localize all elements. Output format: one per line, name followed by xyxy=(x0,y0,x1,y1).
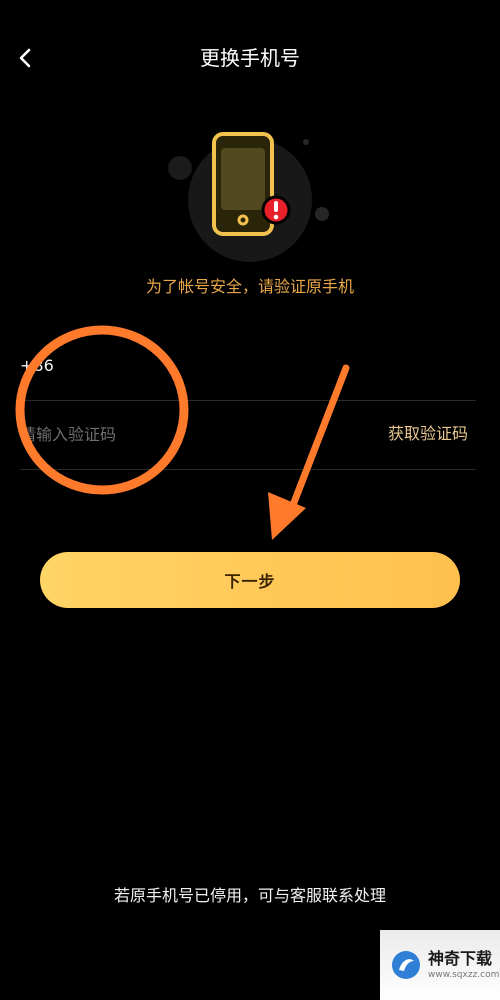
security-tip: 为了帐号安全，请验证原手机 xyxy=(145,277,354,296)
verify-form: +86 获取验证码 xyxy=(20,340,476,470)
watermark: 神奇下载 www.sqxzz.com xyxy=(380,930,500,1000)
verification-code-input[interactable] xyxy=(20,419,340,449)
country-code[interactable]: +86 xyxy=(20,354,54,378)
phone-alert-illustration xyxy=(160,122,340,262)
watermark-url: www.sqxzz.com xyxy=(428,970,500,980)
next-step-button[interactable]: 下一步 xyxy=(40,552,460,608)
smartphone-icon xyxy=(212,132,274,236)
get-code-button[interactable]: 获取验证码 xyxy=(388,419,468,449)
phone-number-row: +86 xyxy=(20,340,476,401)
watermark-name: 神奇下载 xyxy=(428,949,493,968)
footer-note: 若原手机号已停用，可与客服联系处理 xyxy=(113,886,386,905)
page-title: 更换手机号 xyxy=(200,46,300,70)
header: 更换手机号 xyxy=(0,0,500,116)
back-button[interactable] xyxy=(10,42,42,74)
chevron-left-icon xyxy=(19,48,31,68)
watermark-logo-icon xyxy=(392,951,420,979)
alert-circle-icon xyxy=(261,195,291,225)
verification-code-row: 获取验证码 xyxy=(20,401,476,470)
